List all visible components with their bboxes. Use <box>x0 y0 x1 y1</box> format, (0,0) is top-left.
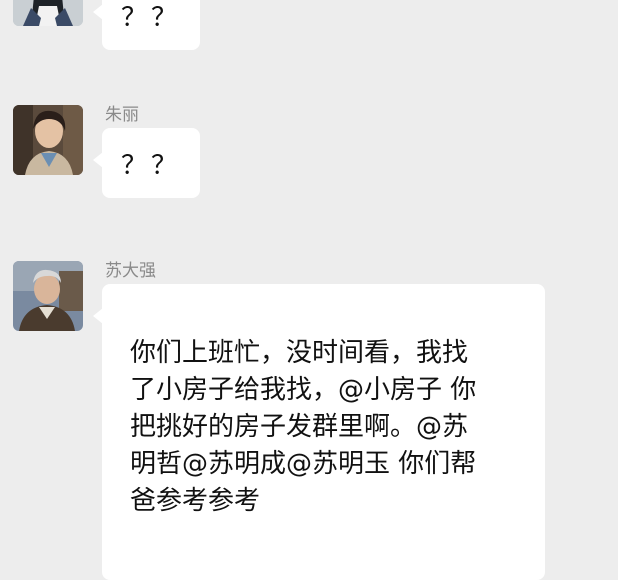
sender-name: 苏大强 <box>105 261 156 281</box>
message-bubble[interactable]: ？？ <box>93 128 200 198</box>
message-bubble[interactable]: ？？ <box>93 0 200 50</box>
woman-portrait-avatar-icon[interactable] <box>13 105 83 175</box>
old-man-portrait-avatar-icon[interactable] <box>13 261 83 331</box>
message-bubble[interactable]: 你们上班忙，没时间看，我找 了小房子给我找，@小房子 你 把挑好的房子发群里啊。… <box>93 284 545 580</box>
woman-dark-hair-avatar-icon[interactable] <box>13 0 83 26</box>
message-text: ？？ <box>120 2 181 33</box>
sender-name: 朱丽 <box>105 105 139 125</box>
message-text: 你们上班忙，没时间看，我找 了小房子给我找，@小房子 你 把挑好的房子发群里啊。… <box>130 338 477 516</box>
chat-message-list: ？？ 朱丽 ？？ 苏大强 你们上班忙，没时间看，我找 了小房子给我找，@小房子 … <box>0 0 618 580</box>
message-text: ？？ <box>120 150 181 181</box>
